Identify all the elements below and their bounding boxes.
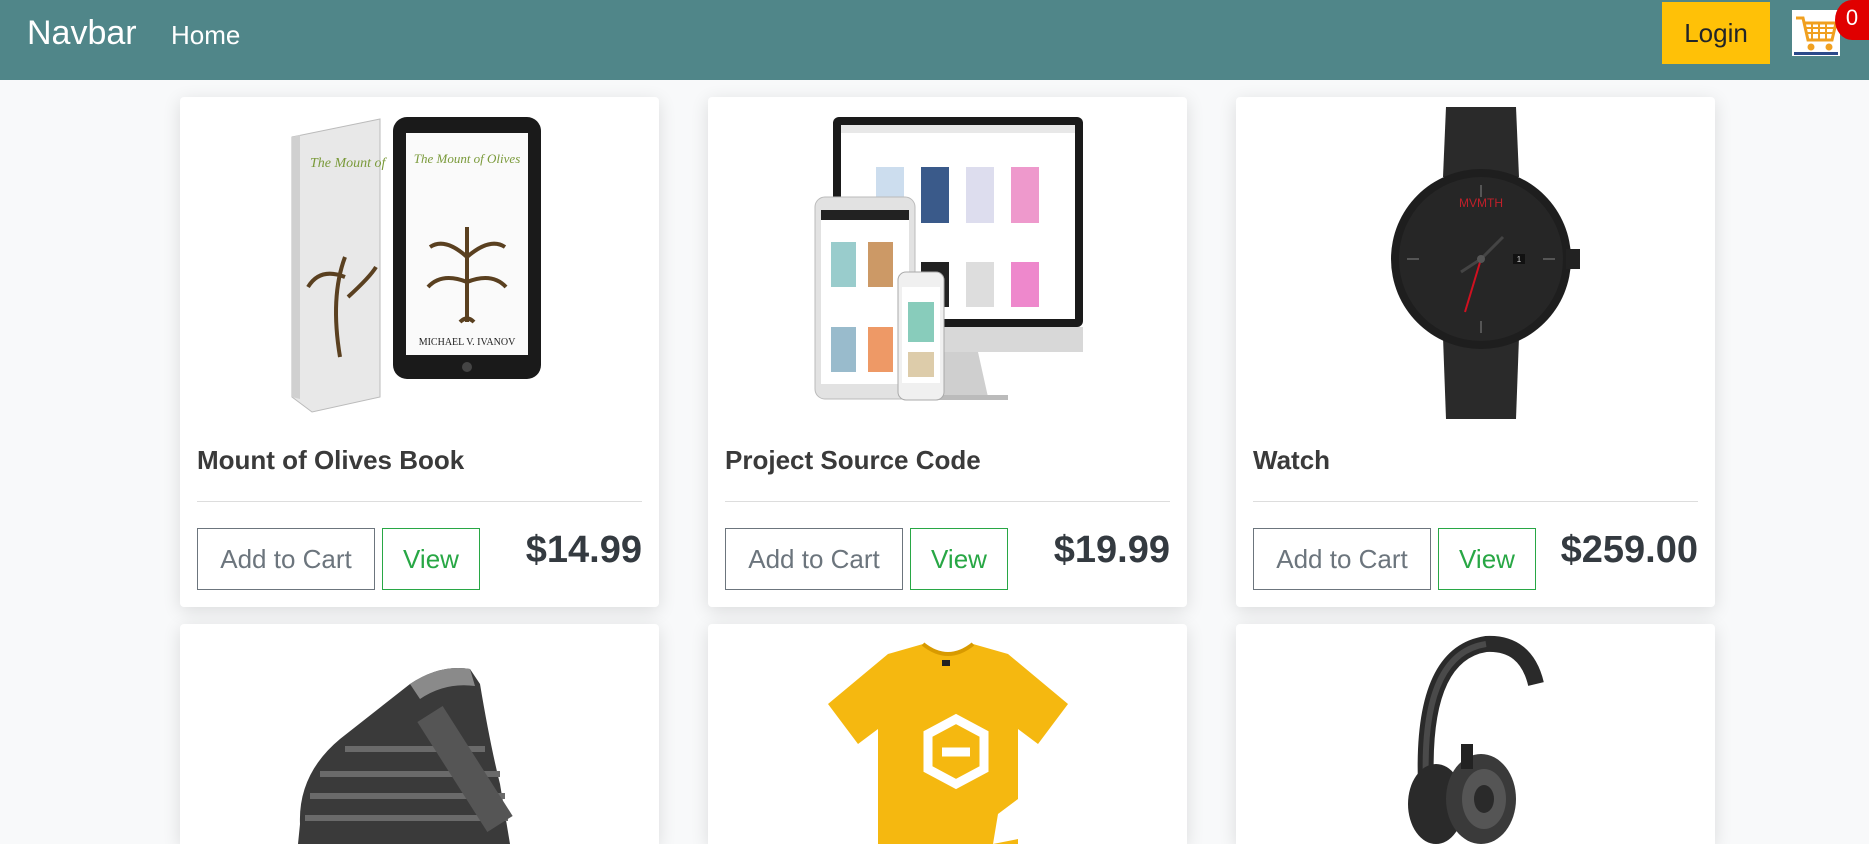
login-button[interactable]: Login: [1662, 2, 1770, 64]
svg-text:The Mount of Olives: The Mount of Olives: [414, 151, 521, 166]
divider: [1253, 501, 1698, 502]
product-image[interactable]: [708, 624, 1187, 844]
add-to-cart-button[interactable]: Add to Cart: [197, 528, 375, 590]
view-button[interactable]: View: [1438, 528, 1536, 590]
product-card: The Mount of The Mount of Olives MICHAEL…: [180, 97, 659, 607]
product-price: $19.99: [1053, 529, 1170, 571]
navbar-brand[interactable]: Navbar: [27, 14, 137, 53]
product-image[interactable]: The Mount of The Mount of Olives MICHAEL…: [180, 97, 659, 422]
divider: [725, 501, 1170, 502]
svg-text:1: 1: [1517, 255, 1522, 264]
product-card: [1236, 624, 1715, 844]
product-image[interactable]: [180, 624, 659, 844]
divider: [197, 501, 642, 502]
responsive-devices-image: [814, 117, 1083, 401]
product-image[interactable]: MVMTH 1: [1236, 97, 1715, 422]
product-title: Mount of Olives Book: [197, 445, 465, 475]
navbar: Navbar Home Login 0: [0, 0, 1869, 80]
black-watch-image: MVMTH 1: [1391, 107, 1580, 419]
add-to-cart-button[interactable]: Add to Cart: [725, 528, 903, 590]
view-button[interactable]: View: [910, 528, 1008, 590]
yellow-tshirt-image: [828, 642, 1068, 844]
product-card: MVMTH 1 Watch Add to Cart View $259.00: [1236, 97, 1715, 607]
sneaker-image: [298, 668, 513, 844]
product-image[interactable]: [708, 97, 1187, 422]
product-price: $14.99: [525, 529, 642, 571]
cart-button[interactable]: [1792, 10, 1840, 56]
svg-text:The Mount of: The Mount of: [310, 156, 388, 171]
view-button[interactable]: View: [382, 528, 480, 590]
cart-count-badge: 0: [1835, 0, 1869, 40]
product-title: Watch: [1253, 445, 1331, 475]
product-card: [708, 624, 1187, 844]
product-title: Project Source Code: [725, 445, 981, 475]
shopping-cart-icon: [1792, 10, 1840, 56]
add-to-cart-button[interactable]: Add to Cart: [1253, 528, 1431, 590]
nav-home-link[interactable]: Home: [171, 20, 240, 51]
svg-text:MICHAEL V. IVANOV: MICHAEL V. IVANOV: [419, 337, 516, 348]
svg-text:MVMTH: MVMTH: [1459, 196, 1503, 210]
product-card: Project Source Code Add to Cart View $19…: [708, 97, 1187, 607]
product-card: [180, 624, 659, 844]
product-price: $259.00: [1560, 529, 1698, 571]
book-and-tablet-image: The Mount of The Mount of Olives MICHAEL…: [291, 117, 541, 413]
product-image[interactable]: [1236, 624, 1715, 844]
headphones-image: [1408, 635, 1544, 844]
